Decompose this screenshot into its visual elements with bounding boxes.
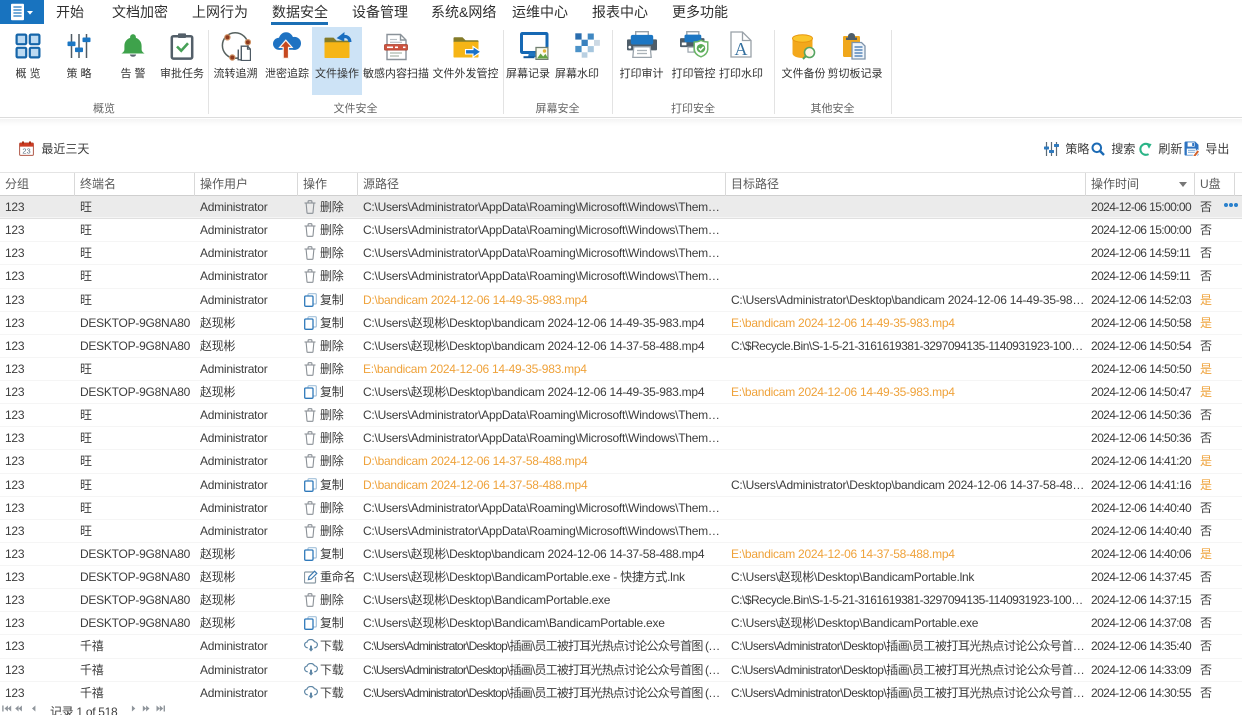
svg-text:A: A xyxy=(735,39,748,58)
svg-text:23: 23 xyxy=(22,147,30,156)
